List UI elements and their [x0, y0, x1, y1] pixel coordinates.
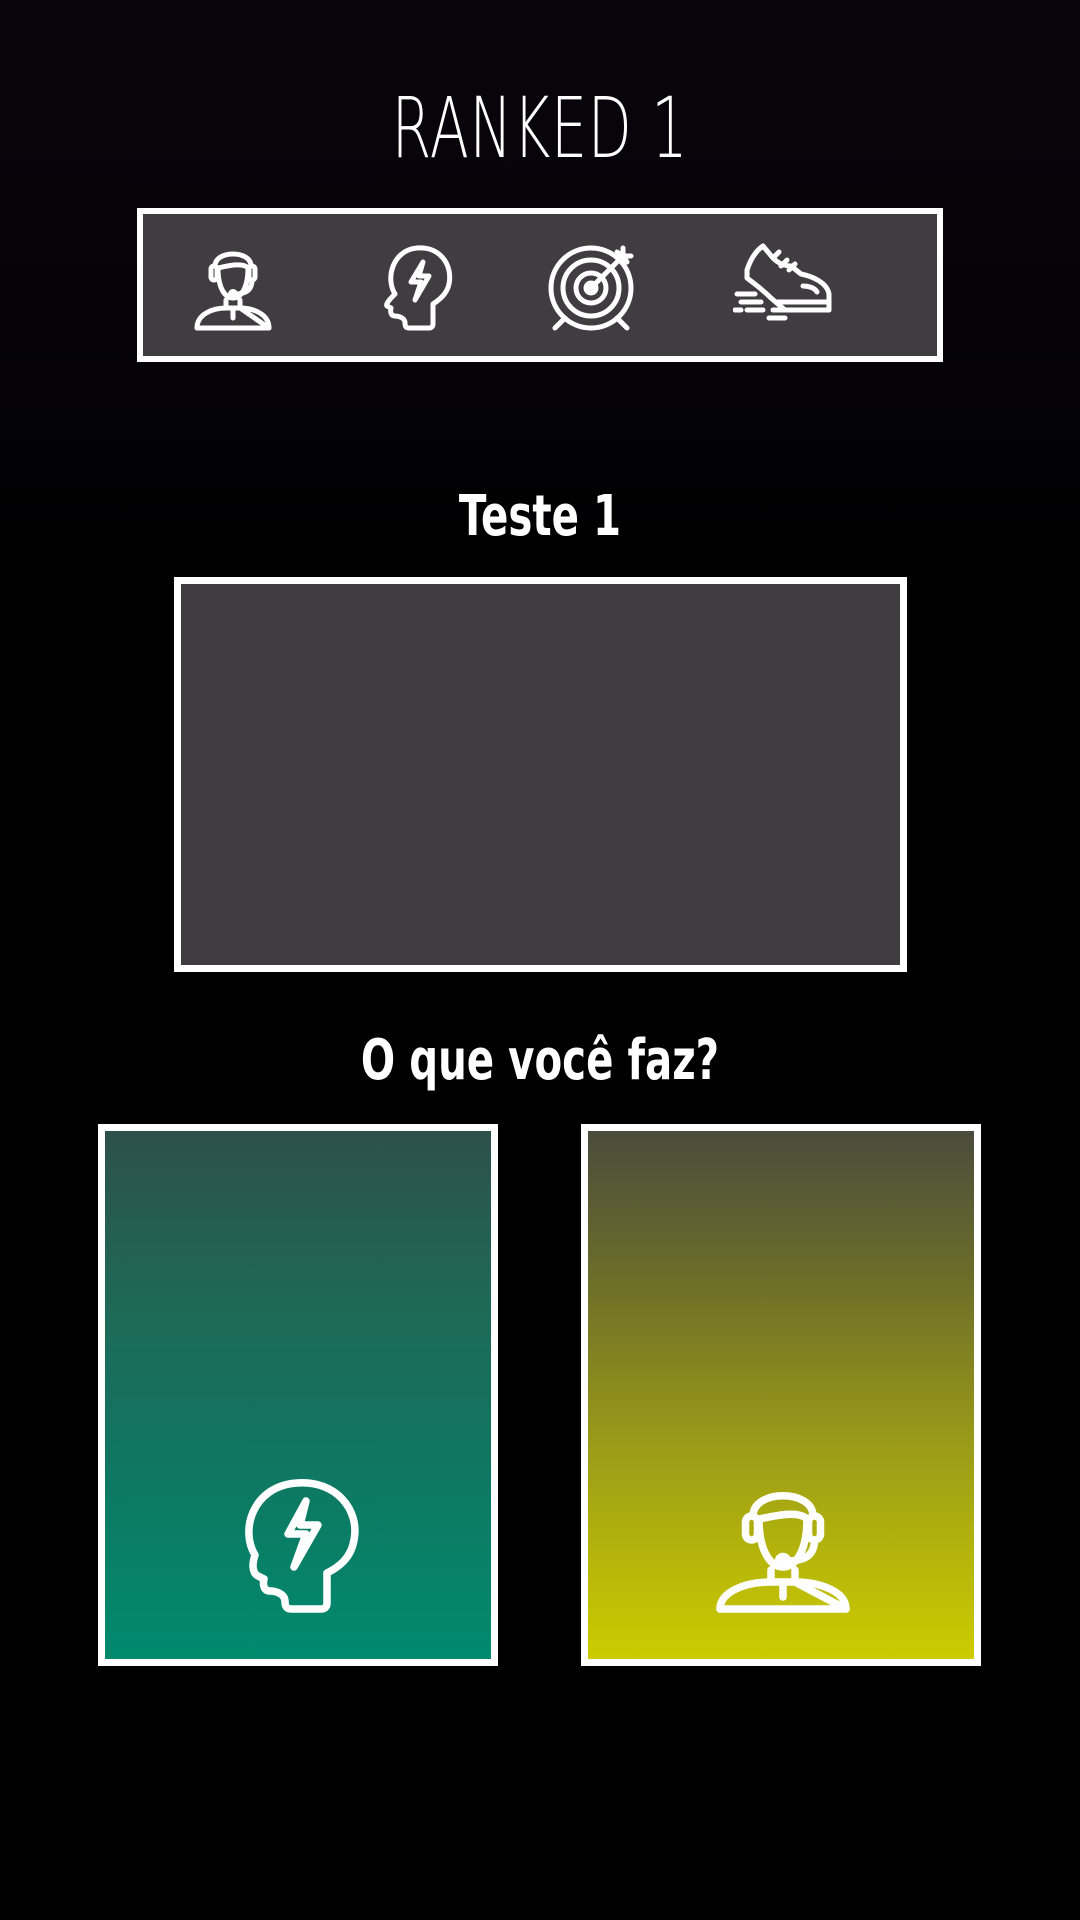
test-display-panel — [174, 577, 907, 972]
page-title: RANKED 1 — [391, 79, 689, 177]
operator-icon — [708, 1471, 858, 1621]
target-icon — [543, 236, 643, 336]
choice-card-operator[interactable] — [581, 1124, 981, 1666]
brain-lightning-icon — [225, 1471, 375, 1621]
question-text: O que você faz? — [360, 1028, 720, 1093]
sneaker-icon — [733, 236, 833, 336]
test-heading: Teste 1 — [458, 484, 622, 549]
stats-bar — [137, 208, 943, 362]
brain-lightning-icon — [363, 236, 463, 336]
operator-icon — [183, 236, 283, 336]
choice-card-brain[interactable] — [98, 1124, 498, 1666]
